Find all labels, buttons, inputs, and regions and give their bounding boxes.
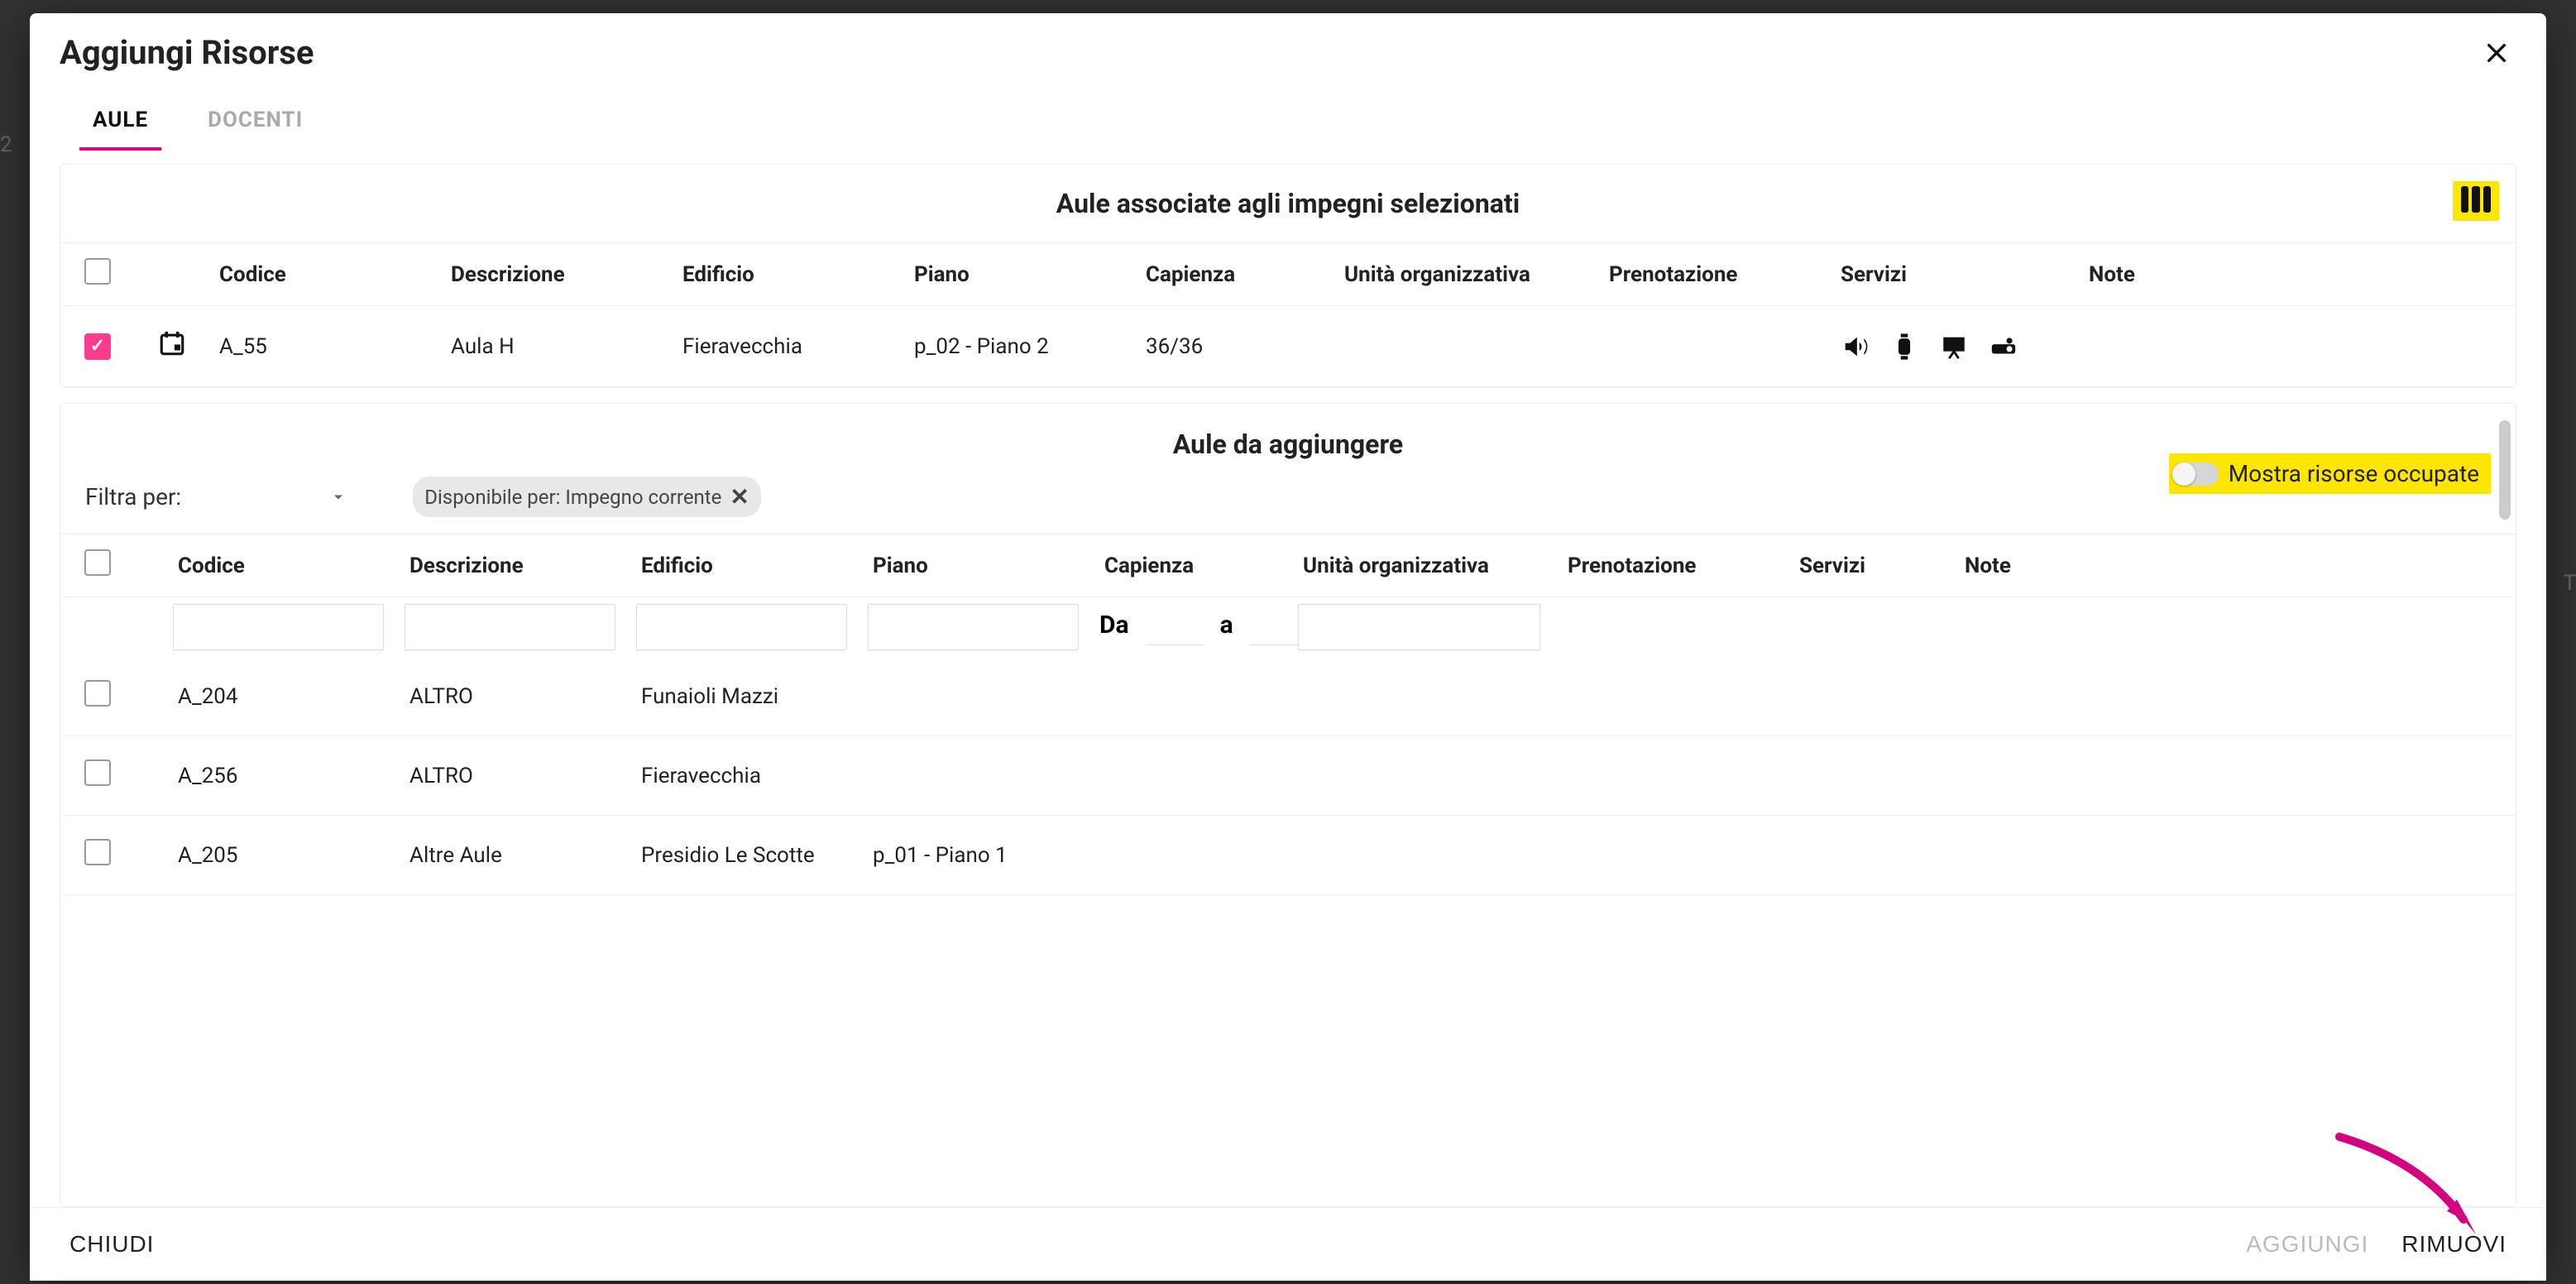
filter-edificio[interactable] (636, 604, 847, 650)
cell-piano (863, 657, 1094, 736)
select-all-add[interactable] (84, 549, 111, 576)
modal-footer: CHIUDI AGGIUNGI RIMUOVI (30, 1207, 2546, 1281)
panel-associated: Aule associate agli impegni selezionati … (60, 164, 2516, 388)
col-note-2: Note (1955, 534, 2516, 597)
cell-piano: p_02 - Piano 2 (904, 306, 1136, 387)
row-checkbox[interactable] (84, 759, 111, 786)
show-occupied-toggle[interactable] (2172, 462, 2219, 486)
tab-aule[interactable]: AULE (79, 98, 161, 151)
filter-row: Filtra per: Disponibile per: Impegno cor… (60, 468, 2516, 534)
col-edificio: Edificio (673, 243, 904, 306)
toggle-label: Mostra risorse occupate (2229, 460, 2479, 487)
col-prenotazione-2: Prenotazione (1558, 534, 1789, 597)
calendar-icon[interactable] (158, 329, 186, 357)
col-capienza: Capienza (1136, 243, 1334, 306)
col-note: Note (2079, 243, 2516, 306)
col-piano: Piano (904, 243, 1136, 306)
projector-icon (1989, 333, 2018, 361)
row-checkbox[interactable] (84, 333, 111, 360)
filter-dropdown[interactable] (214, 489, 380, 505)
col-unita: Unità organizzativa (1334, 243, 1599, 306)
chip-text: Disponibile per: Impegno corrente (424, 486, 721, 509)
col-servizi: Servizi (1831, 243, 2079, 306)
add-resources-modal: Aggiungi Risorse AULE DOCENTI Aule assoc… (30, 13, 2546, 1281)
col-codice: Codice (209, 243, 441, 306)
cell-codice: A_256 (168, 736, 400, 816)
backdrop-text-left: 2 (0, 132, 12, 157)
backdrop-text-right: T (2563, 571, 2576, 596)
col-descrizione: Descrizione (441, 243, 673, 306)
cell-descrizione: Aula H (441, 306, 673, 387)
filter-unita[interactable] (1298, 604, 1540, 650)
close-footer-button[interactable]: CHIUDI (69, 1231, 154, 1258)
cell-descrizione: ALTRO (400, 657, 631, 736)
service-icons (1841, 333, 2069, 361)
columns-icon[interactable] (2461, 186, 2491, 213)
smartwatch-icon (1890, 333, 1918, 361)
table-row: A_55 Aula H Fieravecchia p_02 - Piano 2 … (60, 306, 2516, 387)
cell-codice: A_55 (209, 306, 441, 387)
cell-edificio: Funaioli Mazzi (631, 657, 863, 736)
chevron-down-icon (330, 489, 347, 505)
col-capienza-2: Capienza (1094, 534, 1293, 597)
table-row: A_204 ALTRO Funaioli Mazzi (60, 657, 2516, 736)
toggle-highlight: Mostra risorse occupate (2169, 453, 2491, 494)
col-piano-2: Piano (863, 534, 1094, 597)
panel-to-add: Aule da aggiungere Mostra risorse occupa… (60, 403, 2516, 1207)
filter-label: Filtra per: (85, 483, 181, 510)
whiteboard-icon (1940, 333, 1968, 361)
cap-to-label: a (1220, 611, 1233, 640)
associated-table: Codice Descrizione Edificio Piano Capien… (60, 242, 2516, 387)
cell-piano: p_01 - Piano 1 (863, 816, 1094, 895)
chip-remove[interactable]: ✕ (730, 483, 749, 510)
column-settings-highlight (2453, 181, 2499, 221)
col-unita-2: Unità organizzativa (1293, 534, 1558, 597)
audio-icon (1841, 333, 1869, 361)
modal-content: Aule associate agli impegni selezionati … (30, 151, 2546, 1207)
tabs: AULE DOCENTI (30, 78, 2546, 151)
add-button[interactable]: AGGIUNGI (2246, 1231, 2368, 1258)
col-servizi-2: Servizi (1789, 534, 1955, 597)
cell-descrizione: Altre Aule (400, 816, 631, 895)
close-icon (2483, 40, 2510, 66)
filter-cap-from[interactable] (1146, 609, 1204, 645)
col-codice-2: Codice (168, 534, 400, 597)
col-descrizione-2: Descrizione (400, 534, 631, 597)
close-button[interactable] (2477, 33, 2516, 78)
select-all-associated[interactable] (84, 258, 111, 285)
cell-descrizione: ALTRO (400, 736, 631, 816)
table-row: A_205 Altre Aule Presidio Le Scotte p_01… (60, 816, 2516, 895)
tab-docenti[interactable]: DOCENTI (194, 98, 316, 151)
modal-header: Aggiungi Risorse (30, 13, 2546, 78)
add-table: Codice Descrizione Edificio Piano Capien… (60, 534, 2516, 895)
filter-codice[interactable] (173, 604, 384, 650)
col-prenotazione: Prenotazione (1599, 243, 1831, 306)
cell-capienza: 36/36 (1136, 306, 1334, 387)
cell-codice: A_205 (168, 816, 400, 895)
cell-codice: A_204 (168, 657, 400, 736)
filter-descrizione[interactable] (405, 604, 615, 650)
panel-add-title: Aule da aggiungere (77, 429, 2499, 460)
row-checkbox[interactable] (84, 839, 111, 865)
remove-button[interactable]: RIMUOVI (2401, 1231, 2507, 1258)
panel-associated-title: Aule associate agli impegni selezionati (1056, 188, 1520, 219)
filter-piano[interactable] (868, 604, 1079, 650)
row-checkbox[interactable] (84, 680, 111, 707)
col-edificio-2: Edificio (631, 534, 863, 597)
modal-title: Aggiungi Risorse (60, 33, 314, 72)
cell-edificio: Fieravecchia (673, 306, 904, 387)
cell-edificio: Presidio Le Scotte (631, 816, 863, 895)
cell-piano (863, 736, 1094, 816)
cell-edificio: Fieravecchia (631, 736, 863, 816)
filter-chip: Disponibile per: Impegno corrente ✕ (413, 477, 761, 517)
table-row: A_256 ALTRO Fieravecchia (60, 736, 2516, 816)
cap-from-label: Da (1099, 611, 1129, 640)
